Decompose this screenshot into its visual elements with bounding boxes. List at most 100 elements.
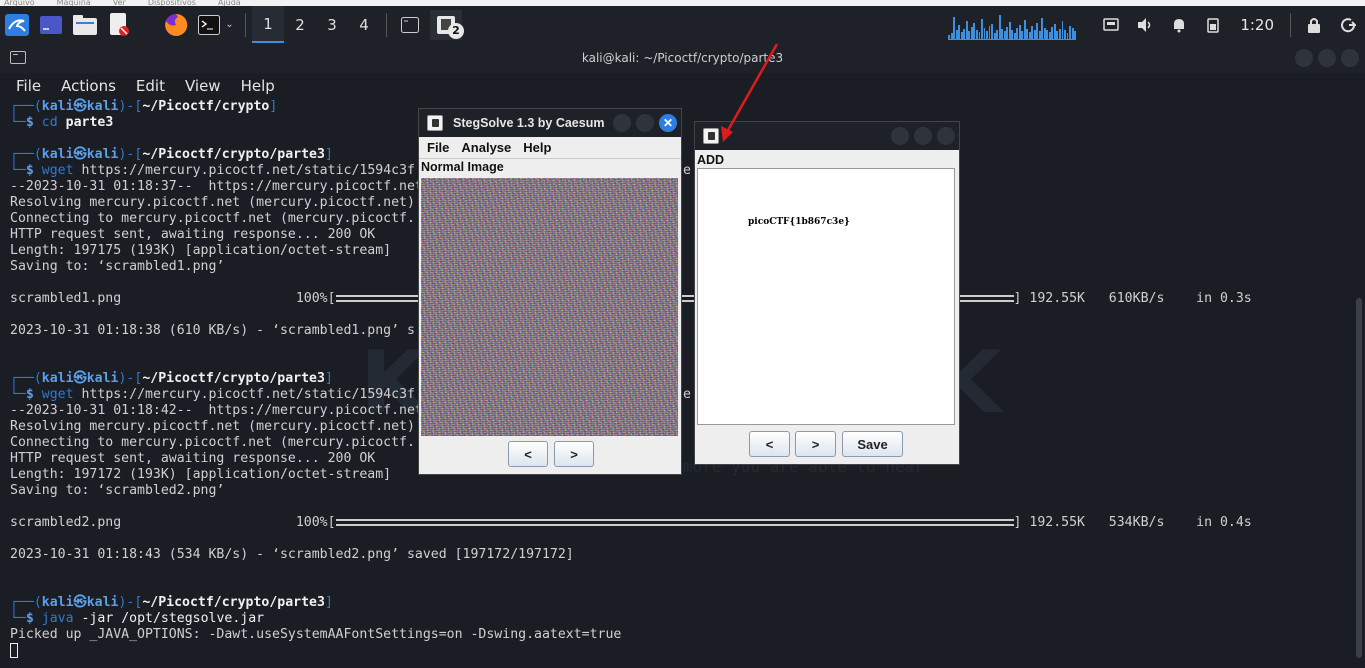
- prompt-decoration: └─: [10, 115, 26, 130]
- prompt-path: ~/Picoctf/crypto/parte3: [142, 595, 325, 610]
- stegsolve-window[interactable]: StegSolve 1.3 by Caesum ✕ File Analyse H…: [418, 108, 682, 475]
- output-text: Connecting to mercury.picoctf.net (mercu…: [10, 435, 415, 450]
- prompt-user: kali: [41, 147, 74, 162]
- output-line: --2023-10-31 01:18:42-- https://mercury.…: [10, 403, 1365, 419]
- command-line: └─$ java -jar /opt/stegsolve.jar: [10, 611, 1365, 627]
- close-button[interactable]: ✕: [659, 114, 677, 132]
- terminal-launcher-icon[interactable]: ⌄: [196, 11, 236, 39]
- output-text: Length: 197175 (193K) [application/octet…: [10, 243, 392, 258]
- prompt-decoration: ┌──(: [10, 371, 42, 386]
- stegsolve-titlebar[interactable]: StegSolve 1.3 by Caesum ✕: [419, 109, 681, 137]
- maximize-button[interactable]: [1318, 49, 1336, 67]
- prompt-decoration: )-[: [118, 595, 143, 610]
- menu-help[interactable]: Help: [523, 140, 551, 155]
- system-tray: 1:20: [948, 6, 1365, 43]
- download-progress-line: scrambled1.png 100%[] 192.55K 610KB/s in…: [10, 291, 1365, 307]
- taskbar-stegsolve-button[interactable]: 2: [430, 9, 464, 40]
- terminal-titlebar[interactable]: kali@kali: ~/Picoctf/crypto/parte3: [0, 43, 1365, 73]
- terminal-window[interactable]: kali@kali: ~/Picoctf/crypto/parte3 File …: [0, 43, 1365, 668]
- prompt-decoration: ┌──(: [10, 147, 42, 162]
- lock-screen-icon[interactable]: [1300, 11, 1328, 39]
- minimize-button[interactable]: [613, 114, 631, 132]
- menu-edit[interactable]: Edit: [136, 77, 165, 95]
- output-text: Length: 197172 (193K) [application/octet…: [10, 467, 392, 482]
- output-line: Connecting to mercury.picoctf.net (mercu…: [10, 211, 1365, 227]
- workspace-switcher-icon[interactable]: [37, 11, 65, 39]
- output-line: --2023-10-31 01:18:37-- https://mercury.…: [10, 179, 1365, 195]
- progress-label: scrambled2.png 100%[: [10, 515, 336, 530]
- image-combiner-window[interactable]: ADD picoCTF{1b867c3e} < > Save: [694, 121, 960, 465]
- prompt-decoration: ]: [324, 147, 333, 162]
- previous-button[interactable]: <: [749, 431, 790, 457]
- next-button[interactable]: >: [554, 441, 594, 467]
- network-icon[interactable]: [1097, 11, 1125, 39]
- command-args: -jar /opt/stegsolve.jar: [81, 611, 265, 626]
- output-line: Resolving mercury.picoctf.net (mercury.p…: [10, 195, 1365, 211]
- menu-analyse[interactable]: Analyse: [461, 140, 511, 155]
- java-app-icon: [427, 115, 443, 131]
- logout-icon[interactable]: [1334, 11, 1362, 39]
- command-line: └─$ wget https://mercury.picoctf.net/sta…: [10, 163, 1365, 179]
- prompt-symbol: $: [25, 163, 42, 178]
- close-button[interactable]: [1341, 49, 1359, 67]
- prompt-host: kali: [86, 595, 119, 610]
- taskbar-terminal-button[interactable]: [396, 11, 424, 39]
- prompt-at: ㉿: [73, 147, 87, 162]
- progress-stats: ] 192.55K 610KB/s in 0.3s: [1013, 291, 1252, 306]
- terminal-menubar: File Actions Edit View Help: [0, 73, 1365, 99]
- chevron-down-icon[interactable]: ⌄: [225, 19, 233, 30]
- menu-view[interactable]: View: [185, 77, 221, 95]
- command-name: cd: [41, 115, 58, 130]
- save-button[interactable]: Save: [842, 431, 903, 457]
- scrollbar[interactable]: [1356, 298, 1362, 658]
- prompt-symbol: $: [25, 115, 42, 130]
- volume-icon[interactable]: [1131, 11, 1159, 39]
- output-text: Resolving mercury.picoctf.net (mercury.p…: [10, 195, 415, 210]
- flag-text: picoCTF{1b867c3e}: [748, 217, 850, 227]
- notifications-bell-icon[interactable]: [1165, 11, 1193, 39]
- workspace-2[interactable]: 2: [284, 6, 316, 43]
- maximize-button[interactable]: [636, 114, 654, 132]
- prompt-path: ~/Picoctf/crypto/parte3: [142, 371, 325, 386]
- prompt-at: ㉿: [73, 371, 87, 386]
- menu-actions[interactable]: Actions: [61, 77, 116, 95]
- output-line: Length: 197172 (193K) [application/octet…: [10, 467, 1365, 483]
- terminal-output[interactable]: ┌──(kali㉿kali)-[~/Picoctf/crypto] └─$ cd …: [0, 99, 1365, 659]
- workspace-4[interactable]: 4: [348, 6, 380, 43]
- download-progress-line: scrambled2.png 100%[] 192.55K 534KB/s in…: [10, 515, 1365, 531]
- kali-menu-icon[interactable]: [3, 11, 31, 39]
- minimize-button[interactable]: [891, 127, 909, 145]
- menu-file[interactable]: File: [427, 140, 449, 155]
- text-editor-icon[interactable]: [105, 11, 133, 39]
- firefox-icon[interactable]: [162, 11, 190, 39]
- prompt-decoration: ]: [324, 595, 333, 610]
- previous-button[interactable]: <: [508, 441, 548, 467]
- next-button[interactable]: >: [795, 431, 836, 457]
- minimize-button[interactable]: [1295, 49, 1313, 67]
- prompt-decoration: ┌──(: [10, 99, 42, 114]
- command-space: [74, 163, 82, 178]
- command-name: wget: [41, 387, 74, 402]
- file-manager-icon[interactable]: [71, 11, 99, 39]
- menu-help[interactable]: Help: [241, 77, 275, 95]
- close-button[interactable]: [937, 127, 955, 145]
- command-line: └─$ cd parte3: [10, 115, 1365, 131]
- prompt-path: ~/Picoctf/crypto: [142, 99, 270, 114]
- image-mode-label: Normal Image: [421, 160, 504, 174]
- clock[interactable]: 1:20: [1240, 16, 1274, 34]
- prompt-symbol: $: [25, 387, 42, 402]
- battery-icon[interactable]: [1199, 11, 1227, 39]
- prompt-host: kali: [86, 99, 119, 114]
- menu-file[interactable]: File: [16, 77, 41, 95]
- maximize-button[interactable]: [914, 127, 932, 145]
- output-line: Picked up _JAVA_OPTIONS: -Dawt.useSystem…: [10, 627, 1365, 643]
- workspace-3[interactable]: 3: [316, 6, 348, 43]
- workspace-1[interactable]: 1: [252, 6, 284, 43]
- output-text: Picked up _JAVA_OPTIONS: -Dawt.useSystem…: [10, 627, 622, 642]
